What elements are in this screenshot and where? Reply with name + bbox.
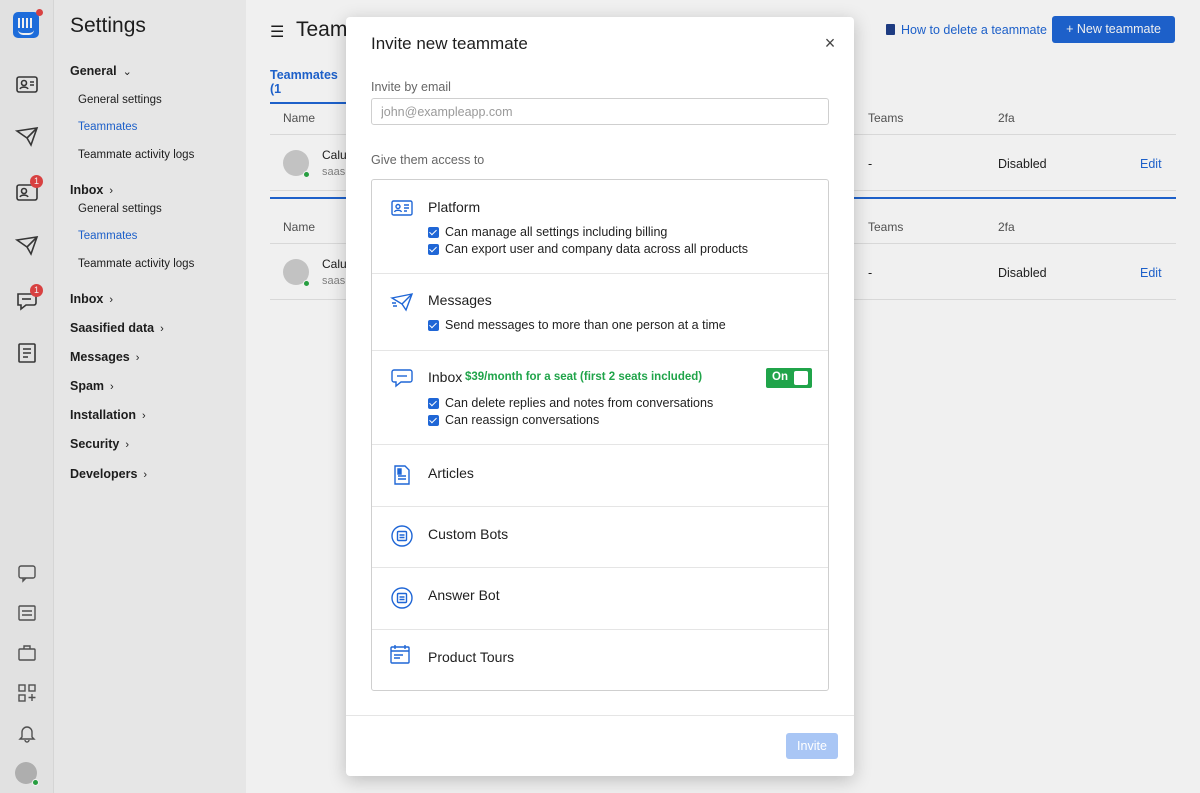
permission-checkbox[interactable]: Send messages to more than one person at… [428,318,726,332]
permission-checkbox[interactable]: Can delete replies and notes from conver… [428,396,713,410]
access-section-answer-bot[interactable]: Answer Bot [372,568,828,630]
permission-label: Can export user and company data across … [445,242,748,256]
checkbox-checked-icon [428,397,439,409]
permission-checkbox[interactable]: Can manage all settings including billin… [428,225,667,239]
close-icon[interactable]: × [822,34,838,52]
access-section-inbox: Inbox $39/month for a seat (first 2 seat… [372,351,828,445]
article-icon [390,463,414,487]
email-label: Invite by email [371,80,451,94]
modal-footer-divider [346,715,854,716]
section-title: Custom Bots [428,526,509,542]
access-section-product-tours[interactable]: Product Tours [372,630,828,690]
access-label: Give them access to [371,153,485,167]
access-section-custom-bots[interactable]: Custom Bots [372,507,828,568]
permission-checkbox[interactable]: Can export user and company data across … [428,242,748,256]
access-section-messages: Messages Send messages to more than one … [372,274,828,351]
access-list: Platform Can manage all settings includi… [371,179,829,691]
permission-label: Can delete replies and notes from conver… [445,396,714,410]
permission-label: Can manage all settings including billin… [445,225,668,239]
section-title: Product Tours [428,649,515,665]
permission-checkbox[interactable]: Can reassign conversations [428,413,599,427]
checkbox-checked-icon [428,414,439,426]
platform-icon [390,196,414,220]
access-section-platform: Platform Can manage all settings includi… [372,180,828,274]
checkbox-checked-icon [428,243,439,255]
bot-icon [390,586,414,610]
inbox-access-toggle[interactable]: On [766,368,812,388]
invite-teammate-modal: Invite new teammate × Invite by email Gi… [346,17,854,776]
section-title: Articles [428,465,474,481]
permission-label: Send messages to more than one person at… [445,318,726,332]
toggle-label: On [772,371,788,383]
permission-label: Can reassign conversations [445,413,600,427]
section-title: Answer Bot [428,587,500,603]
section-title: Inbox [428,369,463,385]
seat-price: $39/month for a seat (first 2 seats incl… [465,371,703,383]
bot-icon [390,524,414,548]
email-field[interactable] [371,98,829,125]
checkbox-checked-icon [428,319,439,331]
chat-bubble-icon [390,366,414,390]
access-section-articles[interactable]: Articles [372,445,828,507]
paper-plane-icon [390,289,414,313]
checkbox-checked-icon [428,226,439,238]
invite-button[interactable]: Invite [786,733,838,759]
section-title: Messages [428,292,492,308]
toggle-knob [794,371,808,385]
tour-icon [388,643,412,667]
section-title: Platform [428,199,481,215]
modal-title: Invite new teammate [371,34,528,53]
